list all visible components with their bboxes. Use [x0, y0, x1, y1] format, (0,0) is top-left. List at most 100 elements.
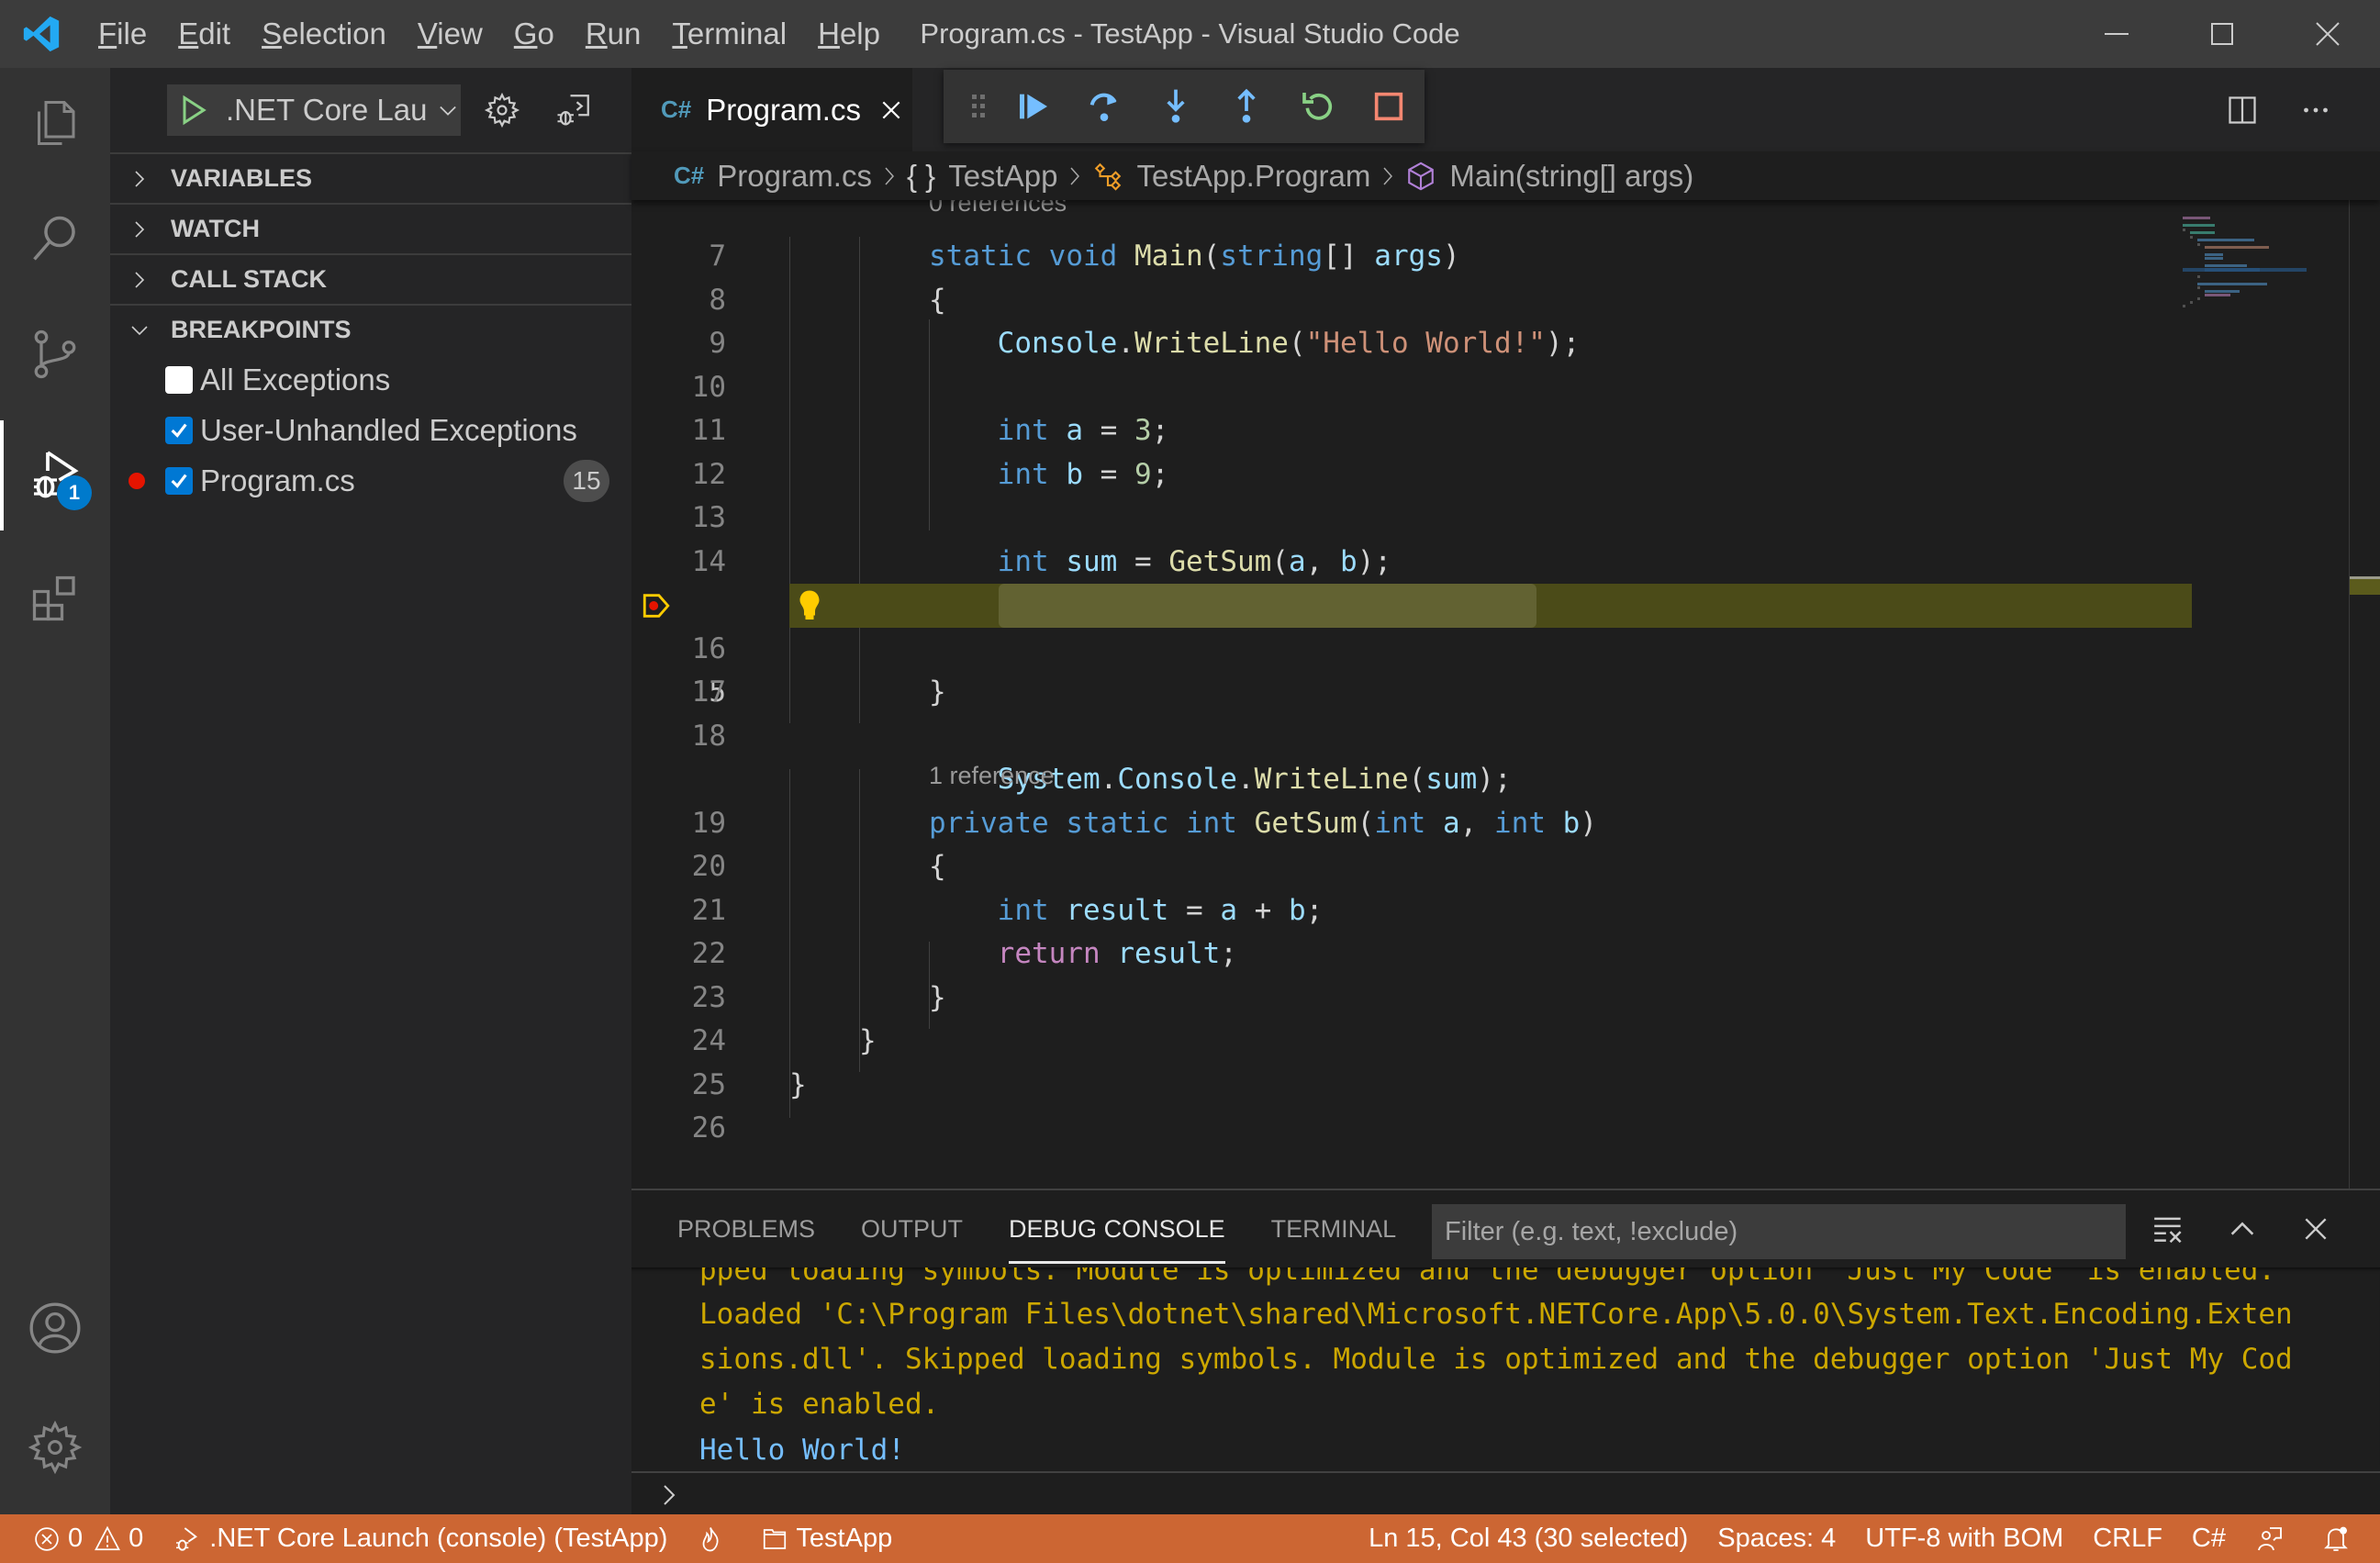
menu-file[interactable]: File: [83, 0, 162, 68]
notifications-button[interactable]: [2307, 1514, 2380, 1563]
problems-status[interactable]: 0 0: [0, 1514, 158, 1563]
console-line: Hello World!: [699, 1434, 905, 1465]
feedback-button[interactable]: [2240, 1514, 2307, 1563]
chevron-right-icon: [128, 168, 154, 190]
cursor-position-status[interactable]: Ln 15, Col 43 (30 selected): [1354, 1514, 1703, 1563]
menu-go[interactable]: Go: [498, 0, 570, 68]
breakpoint-user-unhandled[interactable]: User-Unhandled Exceptions: [110, 405, 631, 455]
console-line: pped loading symbols. Module is optimize…: [699, 1267, 2276, 1287]
breakpoint-line-badge: 15: [564, 459, 609, 502]
breakpoint-program-cs[interactable]: Program.cs 15: [110, 455, 631, 506]
debug-console-button[interactable]: [543, 84, 604, 136]
code-editor[interactable]: 0 references 7 static void Main(string[] …: [631, 200, 2192, 1189]
panel-tab-problems[interactable]: PROBLEMS: [677, 1190, 815, 1267]
clear-console-button[interactable]: [2132, 1211, 2206, 1246]
breadcrumb-class[interactable]: TestApp.Program: [1092, 159, 1370, 194]
code-line: 26: [691, 1111, 726, 1144]
extensions-icon: [32, 575, 75, 621]
vscode-logo-icon: [0, 0, 83, 68]
panel-tab-output[interactable]: OUTPUT: [861, 1190, 963, 1267]
language-mode-status[interactable]: C#: [2177, 1514, 2240, 1563]
hot-reload-status[interactable]: [682, 1514, 746, 1563]
encoding-status[interactable]: UTF-8 with BOM: [1850, 1514, 2078, 1563]
step-out-button[interactable]: [1211, 70, 1282, 143]
panel-tab-debug-console[interactable]: DEBUG CONSOLE: [1009, 1190, 1225, 1267]
section-variables[interactable]: VARIABLES: [110, 152, 631, 203]
activity-run-debug[interactable]: 1: [0, 420, 110, 530]
minimize-button[interactable]: [2063, 0, 2169, 68]
section-watch[interactable]: WATCH: [110, 203, 631, 253]
debug-console-output[interactable]: pped loading symbols. Module is optimize…: [631, 1267, 2380, 1465]
launch-config-dropdown[interactable]: .NET Core Lau: [167, 84, 461, 136]
breadcrumb-file[interactable]: C# Program.cs: [674, 159, 872, 194]
stop-button[interactable]: [1353, 70, 1425, 143]
editor-scrollbar[interactable]: [2349, 200, 2380, 1189]
maximize-button[interactable]: [2169, 0, 2274, 68]
close-tab-button[interactable]: [879, 98, 903, 122]
namespace-braces-icon: { }: [906, 158, 936, 193]
debug-console-input[interactable]: [631, 1471, 2380, 1516]
console-line: e' is enabled.: [699, 1388, 940, 1421]
step-into-button[interactable]: [1140, 70, 1212, 143]
activity-accounts[interactable]: [0, 1273, 110, 1383]
breadcrumb-namespace[interactable]: { } TestApp: [907, 159, 1057, 194]
step-over-button[interactable]: [1068, 70, 1140, 143]
csharp-file-icon: C#: [674, 162, 705, 189]
code-line: 10: [691, 370, 726, 404]
menu-edit[interactable]: Edit: [162, 0, 246, 68]
program-cs-breakpoint-checkbox[interactable]: [165, 466, 193, 495]
check-icon: [171, 474, 187, 488]
minimize-icon: [2104, 33, 2129, 35]
chevron-down-icon: [128, 319, 154, 341]
menu-terminal[interactable]: Terminal: [656, 0, 802, 68]
menu-view[interactable]: View: [402, 0, 498, 68]
close-panel-button[interactable]: [2279, 1214, 2352, 1244]
code-line: 21 int result = a + b;: [691, 893, 1324, 927]
eol-status[interactable]: CRLF: [2078, 1514, 2177, 1563]
debug-line-ruler-mark: [2350, 576, 2380, 595]
lightbulb-icon[interactable]: [799, 589, 821, 622]
source-control-icon: [34, 329, 76, 379]
close-window-button[interactable]: [2274, 0, 2380, 68]
maximize-panel-button[interactable]: [2206, 1213, 2279, 1245]
debug-config-status[interactable]: .NET Core Launch (console) (TestApp): [158, 1514, 682, 1563]
activity-extensions[interactable]: [0, 543, 110, 653]
close-icon: [2315, 22, 2340, 46]
menu-run[interactable]: Run: [570, 0, 657, 68]
bell-icon: [2324, 1526, 2348, 1551]
breakpoint-all-exceptions[interactable]: All Exceptions: [110, 354, 631, 405]
all-exceptions-checkbox[interactable]: [165, 365, 193, 394]
breadcrumb-method[interactable]: Main(string[] args): [1405, 159, 1693, 194]
section-breakpoints[interactable]: BREAKPOINTS: [110, 304, 631, 354]
split-editor-button[interactable]: [2206, 94, 2279, 127]
step-into-icon: [1166, 89, 1185, 123]
console-filter-input[interactable]: [1432, 1204, 2126, 1259]
continue-button[interactable]: [998, 70, 1069, 143]
activity-explorer[interactable]: [0, 68, 110, 178]
activity-manage[interactable]: [0, 1392, 110, 1502]
folder-status[interactable]: TestApp: [746, 1514, 907, 1563]
menu-selection[interactable]: Selection: [246, 0, 402, 68]
user-unhandled-checkbox[interactable]: [165, 416, 193, 444]
panel-tab-terminal[interactable]: TERMINAL: [1271, 1190, 1397, 1267]
minimap[interactable]: [2146, 200, 2307, 567]
restart-button[interactable]: [1282, 70, 1354, 143]
start-debugging-icon[interactable]: [176, 94, 209, 127]
more-actions-button[interactable]: [2279, 94, 2352, 127]
activity-search[interactable]: [0, 184, 110, 294]
section-call-stack[interactable]: CALL STACK: [110, 253, 631, 304]
activity-source-control[interactable]: [0, 299, 110, 409]
chevron-right-icon: [1380, 164, 1396, 188]
menu-help[interactable]: Help: [802, 0, 896, 68]
drag-handle-icon[interactable]: [962, 70, 998, 143]
window-title: Program.cs - TestApp - Visual Studio Cod…: [920, 17, 1460, 50]
restart-icon: [1302, 93, 1332, 120]
check-icon: [171, 423, 187, 438]
breakpoint-stopped-icon[interactable]: [641, 590, 672, 621]
codelens-references[interactable]: 0 references: [929, 200, 1067, 218]
tab-program-cs[interactable]: C# Program.cs: [631, 68, 912, 151]
indentation-status[interactable]: Spaces: 4: [1703, 1514, 1850, 1563]
open-launch-json-button[interactable]: [472, 84, 532, 136]
codelens-references[interactable]: 1 reference: [929, 762, 1055, 790]
class-icon: [1092, 161, 1123, 192]
